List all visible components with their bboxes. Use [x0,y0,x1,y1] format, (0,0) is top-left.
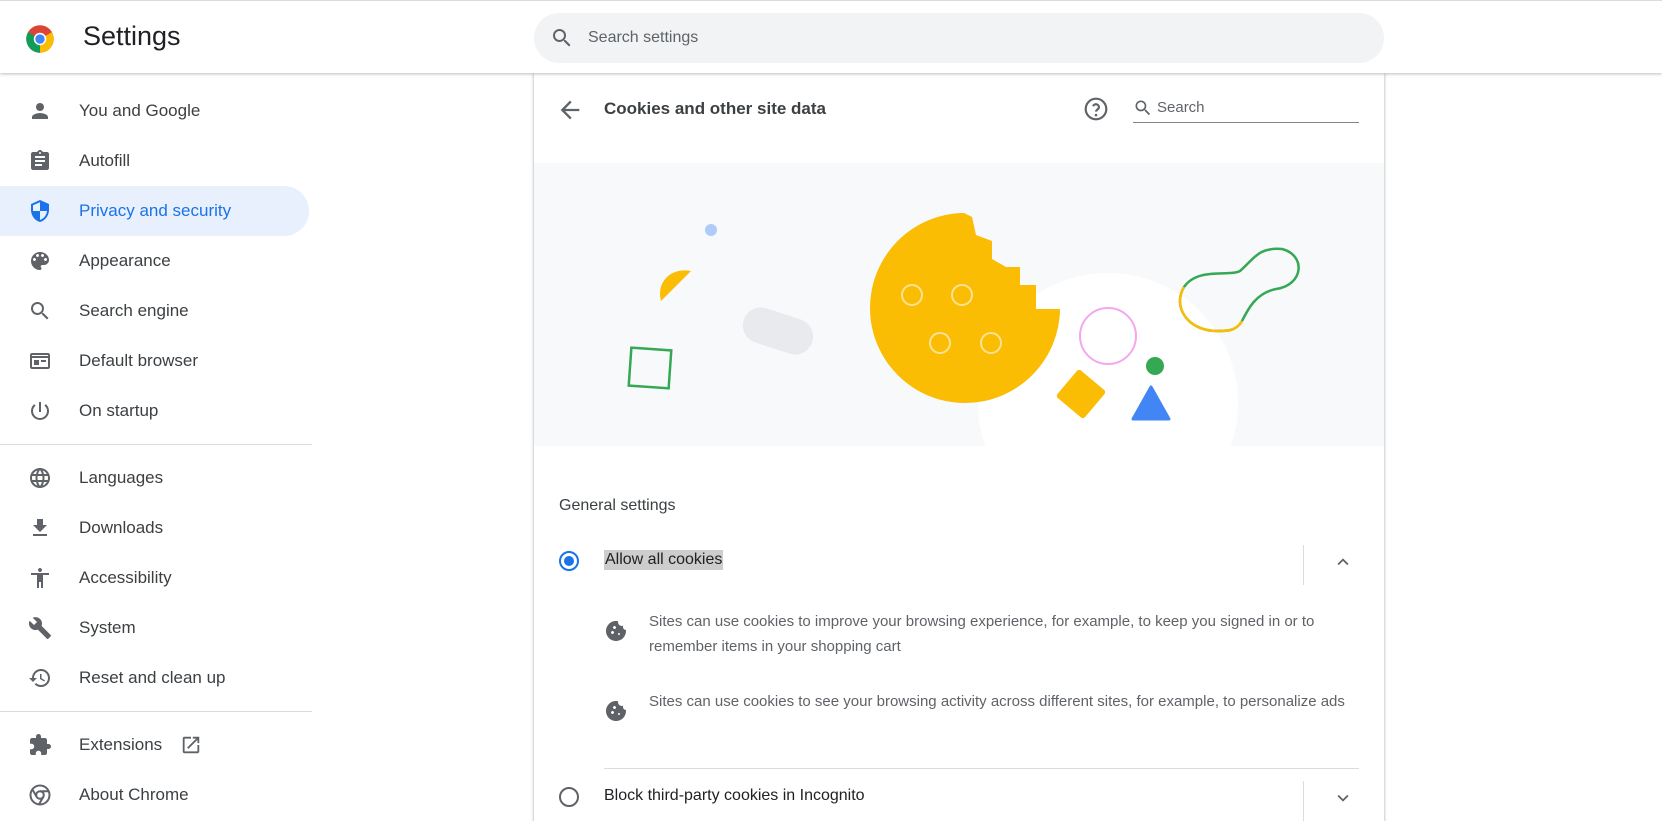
sidebar-item-appearance[interactable]: Appearance [0,236,309,286]
sidebar-item-label: Autofill [79,151,131,170]
sidebar-item-label: Reset and clean up [79,668,226,687]
sidebar-item-languages[interactable]: Languages [0,453,309,503]
sidebar-item-privacy-and-security[interactable]: Privacy and security [0,186,309,236]
download-icon [33,519,47,536]
sidebar-item-label: You and Google [79,101,201,120]
open-in-new-icon [182,736,200,754]
sidebar-item-label: About Chrome [79,785,189,804]
accessibility-icon [31,568,49,588]
settings-search-box[interactable] [534,13,1384,63]
sidebar-item-on-startup[interactable]: On startup [0,386,309,436]
cookie-description-text: Sites can use cookies to see your browsi… [649,693,1345,710]
cookies-search-input[interactable] [1157,99,1347,116]
wrench-icon [28,617,51,639]
sidebar-item-label: Privacy and security [79,201,232,220]
sidebar-divider [0,444,312,445]
sidebar-item-label: Downloads [79,518,164,537]
back-arrow-icon[interactable] [556,96,584,124]
chrome-logo-icon [26,25,54,53]
browser-window-icon [30,353,50,369]
restore-icon [29,669,50,687]
cookies-search-field[interactable] [1133,93,1359,123]
sidebar-item-reset-and-clean-up[interactable]: Reset and clean up [0,653,309,703]
sidebar-item-label: Accessibility [79,568,172,587]
sidebar-item-autofill[interactable]: Autofill [0,136,309,186]
sidebar-item-default-browser[interactable]: Default browser [0,336,309,386]
sidebar-item-label: Languages [79,468,164,487]
card-header: Cookies and other site data [534,73,1384,163]
search-icon [553,29,571,47]
row-divider [1303,545,1304,585]
general-settings-heading: General settings [559,497,676,514]
shield-icon [31,200,49,222]
sidebar-item-extensions[interactable]: Extensions [0,720,309,770]
top-bar: Settings [0,0,1662,73]
power-icon [30,402,49,420]
clipboard-icon [31,150,49,170]
help-icon[interactable] [1083,96,1109,122]
option-separator [604,768,1359,769]
settings-search-input[interactable] [588,29,1348,47]
sidebar-divider [0,711,312,712]
palette-icon [31,252,49,270]
sidebar-item-label: Appearance [79,251,171,270]
sidebar-item-label: System [79,618,136,637]
cookies-illustration [534,163,1384,446]
option-label: Allow all cookies [604,550,724,570]
sidebar-item-accessibility[interactable]: Accessibility [0,553,309,603]
chevron-up-icon[interactable] [1332,551,1354,573]
sidebar-item-label: Default browser [79,351,199,370]
sidebar-item-downloads[interactable]: Downloads [0,503,309,553]
cookie-illustration-graphic [627,213,1300,446]
sidebar-item-system[interactable]: System [0,603,309,653]
sidebar-item-you-and-google[interactable]: You and Google [0,86,309,136]
sidebar-item-label: Search engine [79,301,189,320]
sidebar-item-about-chrome[interactable]: About Chrome [0,770,309,820]
search-icon [31,302,49,320]
globe-icon [30,468,50,488]
puzzle-icon [30,734,51,755]
sidebar-item-search-engine[interactable]: Search engine [0,286,309,336]
cookie-icon [606,700,627,721]
row-divider [1303,781,1304,821]
chrome-icon [29,784,51,806]
sidebar-item-label: On startup [79,401,159,420]
cookie-description-item: Sites can use cookies to improve your br… [604,609,1364,659]
option-block-third-party-incognito[interactable]: Block third-party cookies in Incognito [534,773,1384,821]
chevron-down-icon[interactable] [1332,787,1354,809]
radio-allow-all-cookies[interactable] [559,551,579,571]
sidebar-item-label: Extensions [79,735,163,754]
radio-block-third-party-incognito[interactable] [559,787,579,807]
option-label: Block third-party cookies in Incognito [604,787,865,804]
cookie-icon [606,620,627,641]
option-allow-all-cookies[interactable]: Allow all cookies [534,537,1384,587]
search-icon [1135,100,1151,115]
cookie-description-item: Sites can use cookies to see your browsi… [604,689,1364,723]
person-icon [32,103,48,119]
cookie-description-text: Sites can use cookies to improve your br… [649,613,1315,655]
app-title: Settings [83,21,181,51]
page-title: Cookies and other site data [604,99,826,118]
sidebar: You and Google Autofill Privacy and secu… [0,86,312,820]
cookies-settings-card: Cookies and other site data Search Gener… [534,73,1384,821]
